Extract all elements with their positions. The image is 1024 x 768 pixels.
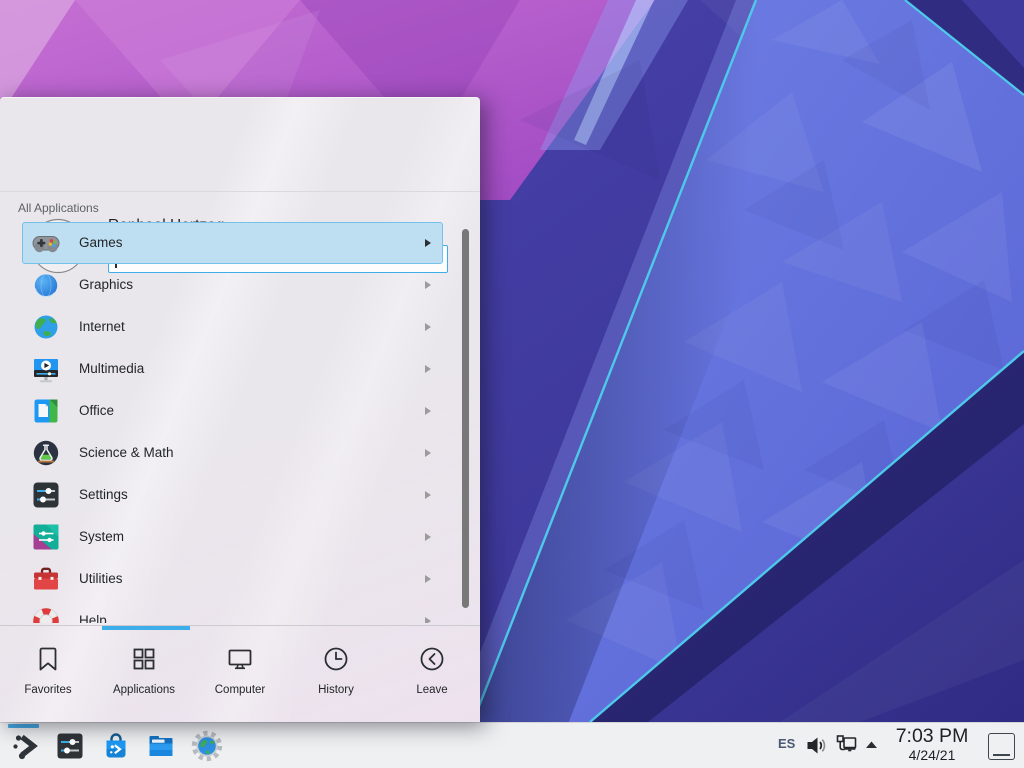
- tab-label: Applications: [96, 684, 192, 696]
- tab-label: History: [288, 684, 384, 696]
- tabbar-separator: [0, 625, 480, 626]
- category-row-office[interactable]: Office: [22, 390, 443, 432]
- submenu-arrow-icon: [425, 407, 431, 415]
- flask-icon: [30, 437, 62, 469]
- blue-sphere-icon: [30, 269, 62, 301]
- scrollbar[interactable]: [462, 229, 469, 608]
- tab-history[interactable]: History: [288, 630, 384, 722]
- clock-time: 7:03 PM: [884, 725, 980, 748]
- clock-date: 4/24/21: [884, 748, 980, 763]
- submenu-arrow-icon: [425, 575, 431, 583]
- toolbox-icon: [30, 563, 62, 595]
- category-label: Internet: [79, 307, 125, 347]
- kde-application-launcher-icon[interactable]: [9, 730, 41, 762]
- category-row-multimedia[interactable]: Multimedia: [22, 348, 443, 390]
- submenu-arrow-icon: [425, 365, 431, 373]
- category-label: Multimedia: [79, 349, 144, 389]
- discover-icon[interactable]: [100, 730, 132, 762]
- category-label: Settings: [79, 475, 128, 515]
- tab-applications[interactable]: Applications: [96, 630, 192, 722]
- konqueror-browser-icon[interactable]: [191, 730, 223, 762]
- category-row-internet[interactable]: Internet: [22, 306, 443, 348]
- computer-icon: [225, 644, 255, 674]
- sliders-icon: [30, 479, 62, 511]
- digital-clock[interactable]: 7:03 PM 4/24/21: [884, 725, 980, 763]
- tab-favorites[interactable]: Favorites: [0, 630, 96, 722]
- tab-computer[interactable]: Computer: [192, 630, 288, 722]
- submenu-arrow-icon: [425, 449, 431, 457]
- submenu-arrow-icon: [425, 491, 431, 499]
- category-row-science[interactable]: Science & Math: [22, 432, 443, 474]
- expand-tray-arrow-icon[interactable]: [864, 740, 879, 749]
- bookmark-icon: [33, 644, 63, 674]
- tab-label: Computer: [192, 684, 288, 696]
- submenu-arrow-icon: [425, 323, 431, 331]
- app-grid-icon: [129, 644, 159, 674]
- gamepad-icon: [30, 227, 62, 259]
- active-task-indicator: [8, 724, 39, 728]
- submenu-arrow-icon: [425, 617, 431, 623]
- category-label: Utilities: [79, 559, 123, 599]
- keyboard-layout-indicator[interactable]: ES: [778, 736, 800, 751]
- leave-icon: [417, 644, 447, 674]
- kickoff-menu: Raphael Hertzog All Applications: [0, 97, 480, 722]
- category-row-utilities[interactable]: Utilities: [22, 558, 443, 600]
- history-clock-icon: [321, 644, 351, 674]
- dolphin-file-manager-icon[interactable]: [145, 730, 177, 762]
- taskbar-panel: ES 7:03 PM 4/24/21: [0, 722, 1024, 768]
- category-label: Graphics: [79, 265, 133, 305]
- office-document-icon: [30, 395, 62, 427]
- category-row-settings[interactable]: Settings: [22, 474, 443, 516]
- tab-label: Leave: [384, 684, 480, 696]
- show-desktop-button[interactable]: [988, 733, 1015, 760]
- category-row-games[interactable]: Games: [22, 222, 443, 264]
- category-row-help[interactable]: Help: [22, 600, 443, 623]
- lifebuoy-icon: [30, 605, 62, 623]
- tab-label: Favorites: [0, 684, 96, 696]
- category-label: Games: [79, 223, 123, 263]
- category-label: Office: [79, 391, 114, 431]
- category-label: Science & Math: [79, 433, 174, 473]
- volume-icon[interactable]: [805, 735, 828, 756]
- tab-bar: Favorites Applications Computer: [0, 630, 480, 722]
- globe-icon: [30, 311, 62, 343]
- submenu-arrow-icon: [425, 239, 431, 247]
- submenu-arrow-icon: [425, 281, 431, 289]
- system-monitor-icon: [30, 521, 62, 553]
- header-separator: [0, 191, 480, 192]
- category-label: System: [79, 517, 124, 557]
- tab-leave[interactable]: Leave: [384, 630, 480, 722]
- category-row-system[interactable]: System: [22, 516, 443, 558]
- system-settings-icon[interactable]: [54, 730, 86, 762]
- category-row-graphics[interactable]: Graphics: [22, 264, 443, 306]
- section-label: All Applications: [18, 201, 99, 215]
- media-player-icon: [30, 353, 62, 385]
- wired-network-icon[interactable]: [834, 733, 859, 758]
- desktop: Raphael Hertzog All Applications: [0, 0, 1024, 768]
- category-list: Games Graphics: [22, 222, 445, 623]
- submenu-arrow-icon: [425, 533, 431, 541]
- category-label: Help: [79, 601, 107, 623]
